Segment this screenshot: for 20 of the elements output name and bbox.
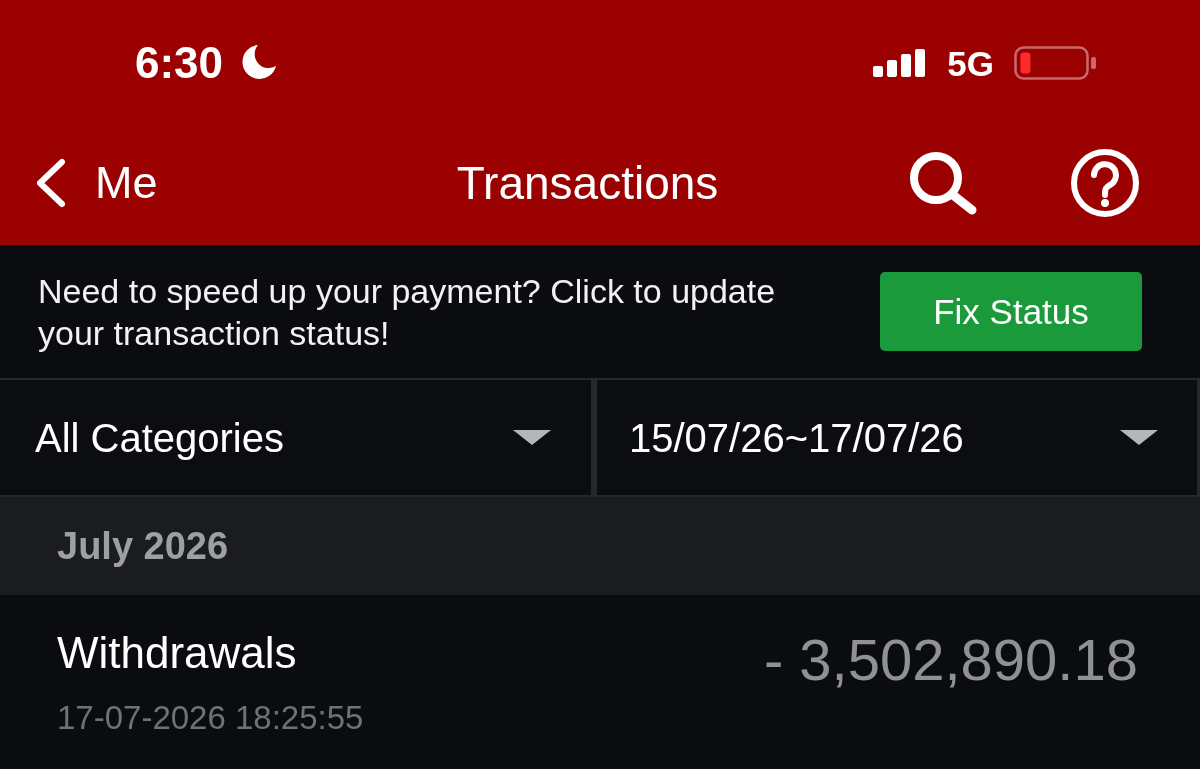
caret-down-icon [1120,430,1158,445]
help-icon[interactable] [1070,147,1140,218]
battery-icon [1014,46,1096,80]
fix-status-button[interactable]: Fix Status [880,272,1142,351]
caret-down-icon [513,430,551,445]
transaction-datetime: 17-07-2026 18:25:55 [57,699,364,737]
status-time: 6:30 [135,41,224,85]
page-title: Transactions [456,159,719,206]
filter-dropdown[interactable]: All Categories [0,380,591,495]
signal-icon [873,49,928,77]
network-label: 5G [947,45,994,81]
transaction-type: Withdrawals [57,627,298,679]
search-icon[interactable] [908,150,978,215]
filter-dropdown[interactable]: 15/07/26~17/07/26 [597,380,1197,495]
transaction-amount: - 3,502,890.18 [763,627,1138,693]
chevron-left-icon [35,157,67,208]
back-button[interactable]: Me [35,157,158,208]
banner-message: Need to speed up your payment? Click to update your transaction status! [38,270,777,354]
month-header: July 2026 [0,497,1200,595]
moon-icon [241,44,278,80]
